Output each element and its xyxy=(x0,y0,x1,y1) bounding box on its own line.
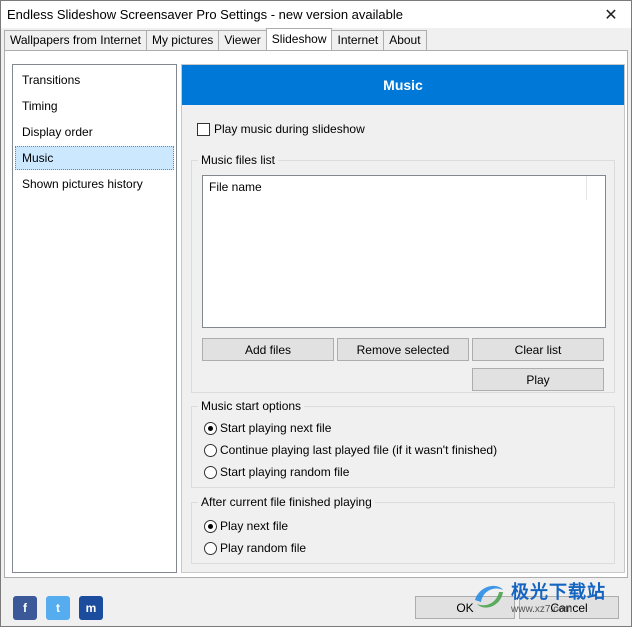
tab-viewer[interactable]: Viewer xyxy=(218,30,267,50)
play-random-file-label[interactable]: Play random file xyxy=(220,541,306,555)
facebook-icon[interactable]: f xyxy=(13,596,37,620)
sidebar-list: Transitions Timing Display order Music S… xyxy=(12,64,177,573)
start-next-file-option[interactable]: Start playing next file xyxy=(204,421,331,435)
music-files-group-label: Music files list xyxy=(198,153,279,167)
music-settings-panel: Music Play music during slideshow Music … xyxy=(181,64,625,573)
play-music-checkbox[interactable] xyxy=(197,122,210,136)
play-music-row: Play music during slideshow xyxy=(197,122,365,136)
start-next-file-label[interactable]: Start playing next file xyxy=(220,421,331,435)
myspace-icon[interactable]: m xyxy=(79,596,103,620)
continue-last-file-option[interactable]: Continue playing last played file (if it… xyxy=(204,443,497,457)
play-music-label[interactable]: Play music during slideshow xyxy=(214,122,365,136)
after-file-finished-group: After current file finished playing Play… xyxy=(191,495,615,564)
tab-strip: Wallpapers from Internet My pictures Vie… xyxy=(4,28,427,50)
start-random-file-option[interactable]: Start playing random file xyxy=(204,465,349,479)
tab-internet[interactable]: Internet xyxy=(331,30,385,50)
file-name-column-header[interactable]: File name xyxy=(203,176,587,200)
sidebar-item-display-order[interactable]: Display order xyxy=(15,120,174,144)
play-random-file-radio[interactable] xyxy=(204,541,217,555)
play-button[interactable]: Play xyxy=(472,368,604,391)
music-start-options-label: Music start options xyxy=(198,399,305,413)
tab-slideshow[interactable]: Slideshow xyxy=(265,28,333,50)
settings-window: Endless Slideshow Screensaver Pro Settin… xyxy=(0,0,632,627)
play-next-file-option[interactable]: Play next file xyxy=(204,519,288,533)
sidebar-item-transitions[interactable]: Transitions xyxy=(15,68,174,92)
sidebar-item-timing[interactable]: Timing xyxy=(15,94,174,118)
slideshow-tab-panel: Transitions Timing Display order Music S… xyxy=(4,50,628,578)
tab-about[interactable]: About xyxy=(383,30,427,50)
twitter-icon[interactable]: t xyxy=(46,596,70,620)
start-random-file-radio[interactable] xyxy=(204,465,217,479)
sidebar-item-shown-pictures-history[interactable]: Shown pictures history xyxy=(15,172,174,196)
play-next-file-radio[interactable] xyxy=(204,519,217,533)
continue-last-file-radio[interactable] xyxy=(204,443,217,457)
play-random-file-option[interactable]: Play random file xyxy=(204,541,306,555)
title-bar: Endless Slideshow Screensaver Pro Settin… xyxy=(1,1,631,28)
close-button[interactable]: ✕ xyxy=(591,1,631,28)
section-header: Music xyxy=(182,65,624,105)
ok-button[interactable]: OK xyxy=(415,596,515,619)
music-files-list[interactable]: File name xyxy=(202,175,606,328)
cancel-button[interactable]: Cancel xyxy=(519,596,619,619)
music-files-group: Music files list File name Add files Rem… xyxy=(191,153,615,393)
myspace-glyph: m xyxy=(85,601,97,615)
play-next-file-label[interactable]: Play next file xyxy=(220,519,288,533)
tab-wallpapers-from-internet[interactable]: Wallpapers from Internet xyxy=(4,30,147,50)
close-icon: ✕ xyxy=(604,6,618,24)
add-files-button[interactable]: Add files xyxy=(202,338,334,361)
start-random-file-label[interactable]: Start playing random file xyxy=(220,465,349,479)
continue-last-file-label[interactable]: Continue playing last played file (if it… xyxy=(220,443,497,457)
tab-my-pictures[interactable]: My pictures xyxy=(145,30,220,50)
sidebar-item-music[interactable]: Music xyxy=(15,146,174,170)
after-file-finished-label: After current file finished playing xyxy=(198,495,375,509)
remove-selected-button[interactable]: Remove selected xyxy=(337,338,469,361)
music-start-options-group: Music start options Start playing next f… xyxy=(191,399,615,488)
facebook-glyph: f xyxy=(23,601,27,615)
window-title: Endless Slideshow Screensaver Pro Settin… xyxy=(7,7,403,22)
start-next-file-radio[interactable] xyxy=(204,421,217,435)
clear-list-button[interactable]: Clear list xyxy=(472,338,604,361)
twitter-glyph: t xyxy=(56,601,60,615)
